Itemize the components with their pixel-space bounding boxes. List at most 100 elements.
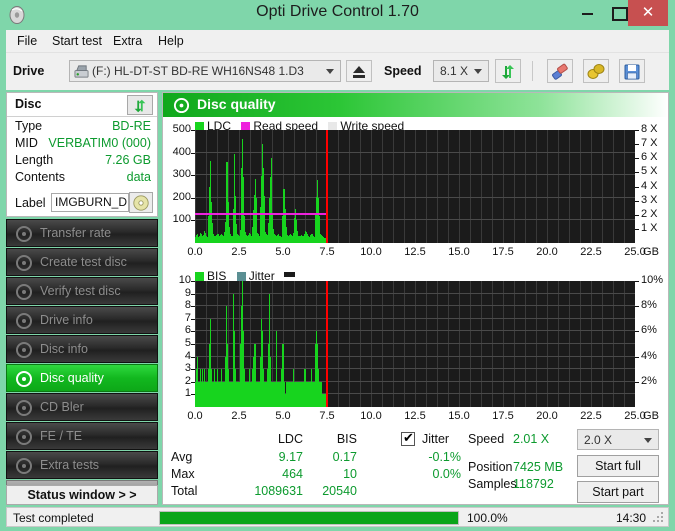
grid-line <box>415 281 416 407</box>
sidebar-item-transfer-rate[interactable]: Transfer rate <box>6 219 158 247</box>
x-tick-label: 2.5 <box>231 410 247 422</box>
disc-verify-icon <box>16 284 32 300</box>
y-tick-label: 1 <box>184 387 191 400</box>
sidebar-item-disc-info[interactable]: Disc info <box>6 335 158 363</box>
y2-tick <box>635 158 639 160</box>
grid-line <box>371 281 372 407</box>
grid-line <box>624 130 625 243</box>
test-speed-select[interactable]: 2.0 X <box>577 429 659 450</box>
x-tick-label: 15.0 <box>448 410 470 422</box>
bis-chart[interactable] <box>195 281 635 407</box>
status-window-button[interactable]: Status window > > <box>6 485 158 505</box>
stats-row-max-label: Max <box>171 467 195 481</box>
x-tick-label: 22.5 <box>580 246 602 258</box>
jitter-checkbox[interactable] <box>401 430 415 446</box>
sidebar-item-extra-tests[interactable]: Extra tests <box>6 451 158 479</box>
y-tick <box>191 381 195 383</box>
stats-header-bis: BIS <box>336 432 357 446</box>
x-tick-label: 10.0 <box>360 246 382 258</box>
settings-button[interactable] <box>583 59 609 83</box>
ldc-chart[interactable] <box>195 130 635 243</box>
y-tick-label: 500 <box>172 123 191 135</box>
sidebar-item-label: Disc info <box>40 342 88 356</box>
y2-tick-label: 2% <box>641 374 657 387</box>
y-tick-label: 9 <box>184 286 191 299</box>
start-part-button[interactable]: Start part <box>577 481 659 503</box>
grid-line <box>591 281 592 407</box>
save-button[interactable] <box>619 59 645 83</box>
disc-row-type: Type BD-RE <box>7 119 157 136</box>
stats-row-total-label: Total <box>171 484 198 498</box>
y2-tick-label: 1 X <box>641 221 658 234</box>
y-tick-label: 10 <box>178 274 191 286</box>
refresh-icon <box>134 99 146 113</box>
sidebar-item-disc-quality[interactable]: Disc quality <box>6 364 158 392</box>
menu-item-extra[interactable]: Extra <box>108 33 147 49</box>
grid-line <box>217 130 218 243</box>
menu-item-help[interactable]: Help <box>153 33 189 49</box>
disc-quality-icon <box>16 371 32 387</box>
grid-line <box>426 281 427 407</box>
menu-item-start-test[interactable]: Start test <box>47 33 107 49</box>
speed-value: 8.1 X <box>440 64 469 78</box>
grid-line <box>525 130 526 243</box>
y2-tick-label: 4% <box>641 349 657 362</box>
grid-line <box>503 130 504 243</box>
sidebar-item-label: CD Bler <box>40 400 84 414</box>
grid-line <box>525 281 526 407</box>
status-time: 14:30 <box>615 511 646 525</box>
grid-line <box>470 281 471 407</box>
disc-panel-header: Disc <box>7 93 157 117</box>
minimize-button[interactable] <box>573 0 603 22</box>
y-tick <box>191 306 195 308</box>
disc-refresh-button[interactable] <box>127 95 153 115</box>
grid-line <box>492 130 493 243</box>
close-button[interactable]: ✕ <box>628 0 668 26</box>
chevron-down-icon <box>644 438 652 443</box>
eject-button[interactable] <box>346 60 372 82</box>
y2-tick-label: 8% <box>641 299 657 312</box>
grid-line <box>437 130 438 243</box>
stats-avg-ldc: 9.17 <box>278 450 303 464</box>
disc-label-key: Label <box>15 196 46 210</box>
y-tick-label: 4 <box>184 349 191 362</box>
sidebar-item-fe-te[interactable]: FE / TE <box>6 422 158 450</box>
sidebar-item-drive-info[interactable]: Drive info <box>6 306 158 334</box>
grid-line <box>437 281 438 407</box>
sidebar-item-verify-test-disc[interactable]: Verify test disc <box>6 277 158 305</box>
speed-select[interactable]: 8.1 X <box>433 60 489 82</box>
erase-button[interactable] <box>547 59 573 83</box>
sidebar-item-cd-bler[interactable]: CD Bler <box>6 393 158 421</box>
disc-label-button[interactable] <box>129 192 153 213</box>
y-tick <box>191 344 195 345</box>
y-tick-label: 100 <box>172 213 191 226</box>
y-tick-label: 3 <box>184 362 191 375</box>
y2-tick-label: 2 X <box>641 207 658 220</box>
x-tick-label: 7.5 <box>319 410 335 422</box>
resize-grip[interactable] <box>653 512 665 524</box>
chevron-down-icon <box>474 69 482 74</box>
y2-tick <box>635 172 639 174</box>
status-bar: Test completed 100.0% 14:30 <box>6 507 669 527</box>
drive-select[interactable]: (F:) HL-DT-ST BD-RE WH16NS48 1.D3 <box>69 60 341 82</box>
sidebar-item-create-test-disc[interactable]: Create test disc <box>6 248 158 276</box>
disc-row-key: Type <box>15 119 43 133</box>
grid-line <box>481 281 482 407</box>
grid-line <box>580 281 581 407</box>
x-tick-label: 17.5 <box>492 246 514 258</box>
grid-line <box>558 281 559 407</box>
status-window-label: Status window > > <box>27 488 137 502</box>
y-tick <box>191 356 195 358</box>
x-tick-label: 10.0 <box>360 410 382 422</box>
y-tick-label: 2 <box>184 374 191 387</box>
refresh-button[interactable] <box>495 59 521 83</box>
y-tick <box>191 394 195 396</box>
y2-tick <box>635 214 639 216</box>
menu-item-file[interactable]: File <box>12 33 42 49</box>
disc-label-input[interactable]: IMGBURN_DIS <box>51 193 129 212</box>
y-tick <box>191 197 195 199</box>
samples-label: Samples <box>468 477 517 491</box>
grid-line <box>250 130 251 243</box>
stats-max-jitter: 0.0% <box>432 467 462 481</box>
start-full-button[interactable]: Start full <box>577 455 659 477</box>
